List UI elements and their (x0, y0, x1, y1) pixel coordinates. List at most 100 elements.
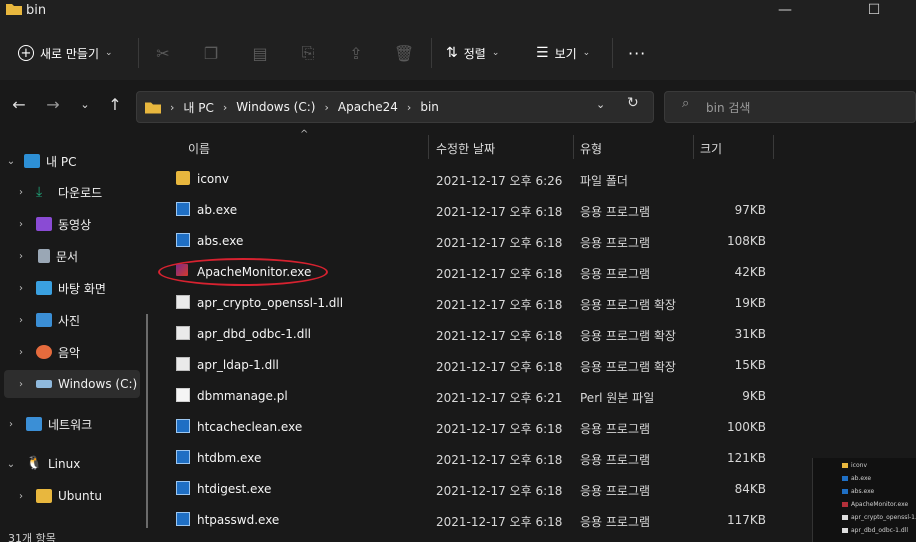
sidebar-scrollbar[interactable] (146, 314, 148, 528)
sidebar-item-label: 음악 (58, 345, 81, 360)
desktop-icon (36, 281, 52, 295)
column-divider[interactable] (693, 135, 694, 159)
rename-icon[interactable]: ⎘ (297, 42, 319, 64)
file-row[interactable]: iconv 2021-12-17 오후 6:26 파일 폴더 (158, 164, 808, 195)
file-row[interactable]: apr_ldap-1.dll 2021-12-17 오후 6:18 응용 프로그램 … (158, 350, 808, 381)
sidebar-item-documents[interactable]: › 문서 (14, 241, 162, 271)
folder-icon (176, 171, 190, 185)
chevron-right-icon: › (19, 250, 23, 262)
sidebar-item-label: 동영상 (58, 217, 92, 232)
file-name: abs.exe (197, 234, 244, 248)
copy-icon[interactable]: ❐ (200, 42, 222, 64)
dll-file-icon (176, 295, 190, 309)
more-button[interactable]: ··· (628, 40, 646, 66)
download-icon: ⤓ (36, 184, 43, 200)
column-header-date[interactable]: 수정한 날짜 (436, 140, 495, 157)
chevron-right-icon: › (324, 100, 329, 114)
search-box[interactable] (664, 91, 916, 123)
breadcrumb-apache24[interactable]: Apache24 (338, 100, 398, 114)
paste-icon[interactable]: ▤ (249, 42, 271, 64)
sidebar-item-pictures[interactable]: › 사진 (14, 305, 162, 335)
preview-item-label: apr_crypto_openssl-1.dll (851, 513, 916, 521)
file-row[interactable]: ab.exe 2021-12-17 오후 6:18 응용 프로그램 97KB (158, 195, 808, 226)
dll-file-icon (176, 357, 190, 371)
file-row[interactable]: htdigest.exe 2021-12-17 오후 6:18 응용 프로그램 84K… (158, 474, 808, 505)
network-icon (26, 417, 42, 431)
file-size: 97KB (734, 203, 766, 217)
sidebar-item-music[interactable]: › 음악 (14, 337, 162, 367)
up-arrow-icon[interactable]: ↑ (104, 94, 126, 116)
column-divider[interactable] (573, 135, 574, 159)
breadcrumb-this-pc[interactable]: 내 PC (183, 99, 213, 116)
file-row[interactable]: abs.exe 2021-12-17 오후 6:18 응용 프로그램 108KB (158, 226, 808, 257)
sidebar-item-this-pc[interactable]: ⌄ 내 PC (4, 146, 152, 176)
back-arrow-icon[interactable]: ← (8, 94, 30, 116)
share-icon[interactable]: ⇪ (345, 42, 367, 64)
file-row[interactable]: apr_crypto_openssl-1.dll 2021-12-17 오후 6:… (158, 288, 808, 319)
column-divider[interactable] (428, 135, 429, 159)
view-button[interactable]: ☰ 보기 ⌄ (536, 40, 590, 66)
new-button[interactable]: + 새로 만들기 ⌄ (18, 40, 113, 66)
file-name: htcacheclean.exe (197, 420, 303, 434)
toolbar-divider (612, 38, 613, 68)
file-type: 응용 프로그램 (580, 205, 651, 219)
file-name: ab.exe (197, 203, 238, 217)
file-size: 117KB (726, 513, 766, 527)
sidebar-item-desktop[interactable]: › 바탕 화면 (14, 273, 162, 303)
sidebar-item-linux[interactable]: ⌄ 🐧 Linux (4, 449, 152, 479)
annotation-circle (158, 258, 328, 286)
application-icon (176, 233, 190, 247)
sidebar-item-label: Linux (48, 457, 81, 471)
chevron-right-icon: › (19, 378, 23, 390)
cut-icon[interactable]: ✂ (152, 42, 174, 64)
add-icon: + (18, 45, 34, 61)
sidebar-item-label: 바탕 화면 (58, 281, 106, 296)
file-name: htdbm.exe (197, 451, 262, 465)
chevron-down-icon: ⌄ (582, 48, 591, 58)
file-size: 15KB (734, 358, 766, 372)
column-header-size[interactable]: 크기 (700, 140, 722, 157)
file-row[interactable]: apr_dbd_odbc-1.dll 2021-12-17 오후 6:18 응용 프… (158, 319, 808, 350)
sidebar-item-downloads[interactable]: › ⤓ 다운로드 (14, 177, 162, 207)
file-date: 2021-12-17 오후 6:18 (436, 453, 563, 467)
refresh-icon[interactable]: ↻ (627, 95, 639, 111)
search-placeholder[interactable]: bin 검색 (706, 99, 750, 116)
chevron-right-icon: › (406, 100, 412, 114)
file-row[interactable]: htpasswd.exe 2021-12-17 오후 6:18 응용 프로그램 117… (158, 505, 808, 536)
file-type: 응용 프로그램 (580, 453, 651, 467)
chevron-right-icon: › (9, 418, 13, 430)
sidebar-item-network[interactable]: › 네트워크 (4, 409, 152, 439)
address-history-chevron-icon[interactable]: ⌄ (596, 98, 605, 111)
chevron-down-icon[interactable]: ⌄ (74, 94, 96, 116)
file-row[interactable]: htdbm.exe 2021-12-17 오후 6:18 응용 프로그램 121KB (158, 443, 808, 474)
file-size: 9KB (742, 389, 766, 403)
preview-file-icon (842, 462, 848, 468)
column-header-name[interactable]: 이름 (188, 140, 210, 157)
file-name: htpasswd.exe (197, 513, 280, 527)
sidebar-item-windows-c[interactable]: › Windows (C:) (14, 369, 162, 399)
sort-button[interactable]: ⇅ 정렬 ⌄ (446, 40, 499, 66)
file-date: 2021-12-17 오후 6:21 (436, 391, 563, 405)
delete-icon[interactable]: 🗑 (393, 42, 415, 64)
maximize-button[interactable]: ☐ (851, 0, 897, 24)
sidebar-item-videos[interactable]: › 동영상 (14, 209, 162, 239)
file-row[interactable]: dbmmanage.pl 2021-12-17 오후 6:21 Perl 원본 파일… (158, 381, 808, 412)
column-divider[interactable] (773, 135, 774, 159)
file-row[interactable]: htcacheclean.exe 2021-12-17 오후 6:18 응용 프로그… (158, 412, 808, 443)
file-type: 응용 프로그램 (580, 515, 651, 529)
minimize-button[interactable]: — (762, 0, 808, 24)
chevron-down-icon: ⌄ (105, 48, 113, 58)
chevron-down-icon: ⌄ (491, 48, 500, 58)
preview-item: apr_crypto_openssl-1.dll (842, 512, 916, 522)
file-size: 108KB (726, 234, 766, 248)
file-type: 응용 프로그램 (580, 267, 651, 281)
video-icon (36, 217, 52, 231)
sidebar-item-ubuntu[interactable]: › Ubuntu (14, 481, 162, 511)
column-header-type[interactable]: 유형 (580, 140, 602, 157)
breadcrumb-bin[interactable]: bin (420, 100, 439, 114)
breadcrumb-windows-c[interactable]: Windows (C:) (236, 100, 315, 114)
address-bar[interactable]: › 내 PC › Windows (C:) › Apache24 › bin (136, 91, 654, 123)
forward-arrow-icon[interactable]: → (42, 94, 64, 116)
view-icon: ☰ (536, 45, 549, 61)
sidebar-item-label: Ubuntu (58, 489, 102, 503)
